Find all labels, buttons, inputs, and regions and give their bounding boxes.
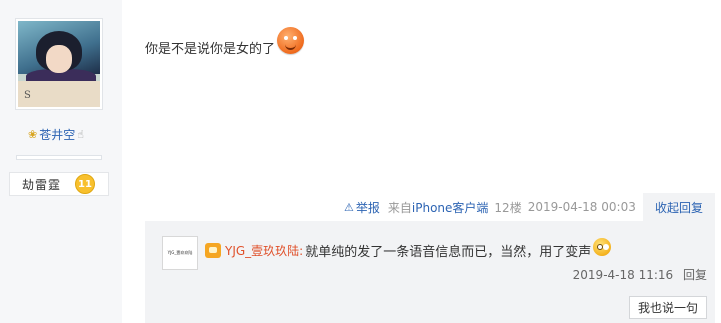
add-comment-button[interactable]: 我也说一句 <box>629 296 707 319</box>
post-text: 你是不是说你是女的了 <box>145 42 276 57</box>
collapse-replies-button[interactable]: 收起回复 <box>643 193 715 221</box>
reply-footer: 2019-4-18 11:16 回复 <box>573 266 707 283</box>
reply-item: YJG_壹玖玖陆 : 就单纯的发了一条语音信息而已，当然，用了变声 <box>205 237 612 260</box>
post-content: 你是不是说你是女的了 <box>145 27 305 57</box>
member-badge[interactable]: 劫雷霆 11 <box>9 172 109 196</box>
floor-number: 12楼 <box>494 200 522 215</box>
reply-avatar[interactable]: YJG_壹玖玖陆 <box>162 236 198 270</box>
vip-icon: ❀ <box>28 128 38 141</box>
shy-emoji-icon <box>593 237 612 256</box>
reply-time: 2019-4-18 11:16 <box>572 268 674 282</box>
author-sidebar: S ❀ 苍井空 ☝ 劫雷霆 11 <box>0 0 122 323</box>
post-meta: ⚠ 举报 来自iPhone客户端 12楼 2019-04-18 00:03 <box>344 199 636 215</box>
author-avatar[interactable]: S <box>15 18 103 110</box>
level-badge-icon: 11 <box>75 174 96 194</box>
report-label[interactable]: 举报 <box>356 199 380 216</box>
reply-colon: : <box>299 243 304 258</box>
source-prefix: 来自 <box>387 200 412 215</box>
reply-button[interactable]: 回复 <box>683 268 707 282</box>
author-username[interactable]: ❀ 苍井空 ☝ <box>28 126 84 143</box>
reply-text: 就单纯的发了一条语音信息而已，当然，用了变声 <box>305 245 592 260</box>
reply-panel: YJG_壹玖玖陆 YJG_壹玖玖陆 : 就单纯的发了一条语音信息而已，当然，用了… <box>145 221 715 323</box>
username-label[interactable]: 苍井空 <box>39 126 75 143</box>
client-link[interactable]: iPhone客户端 <box>412 201 489 215</box>
report-link[interactable]: ⚠ 举报 <box>344 199 380 216</box>
post-source: 来自iPhone客户端 <box>388 199 489 216</box>
medal-icon <box>205 243 221 258</box>
avatar-mark: S <box>24 90 31 101</box>
hand-icon: ☝ <box>77 128 84 141</box>
reply-author-link[interactable]: YJG_壹玖玖陆 <box>225 242 299 259</box>
post-time: 2019-04-18 00:03 <box>527 200 636 214</box>
avatar-image: S <box>18 21 100 107</box>
smile-emoji-icon <box>277 27 305 54</box>
warning-icon: ⚠ <box>344 200 354 214</box>
badge-name: 劫雷霆 <box>22 177 62 192</box>
level-progress-bar <box>16 155 102 160</box>
